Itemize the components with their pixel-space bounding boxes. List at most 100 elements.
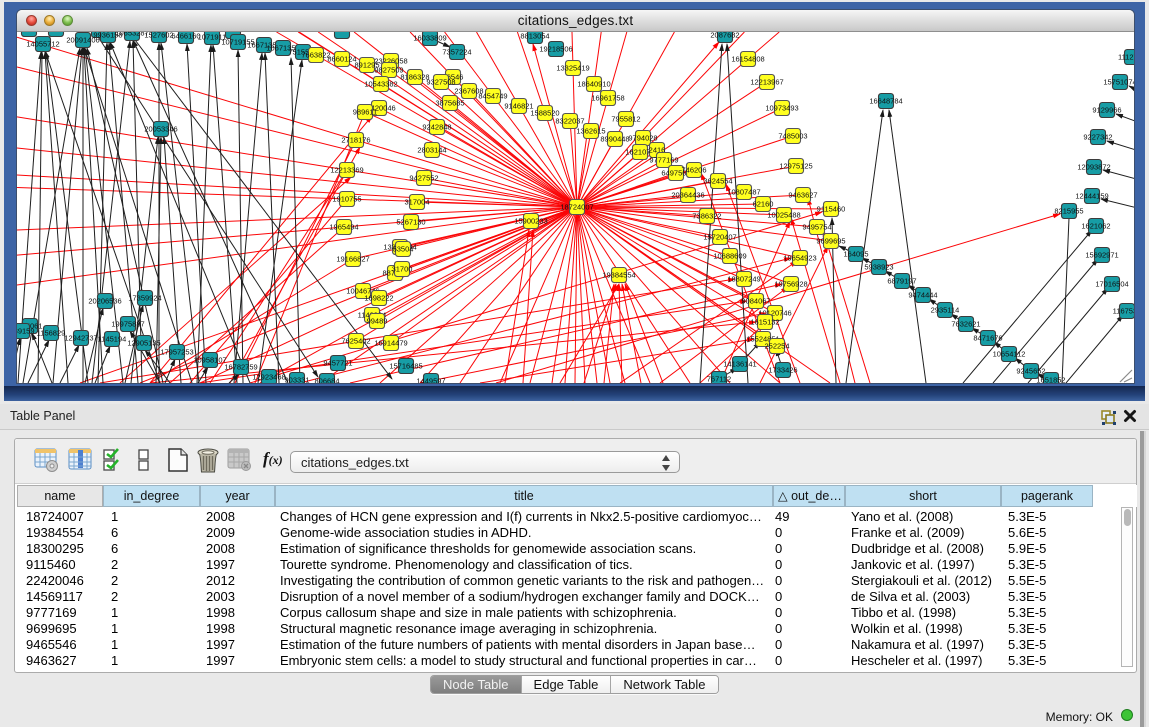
svg-text:9495754: 9495754 [802,222,831,231]
svg-text:14136141: 14136141 [723,359,756,368]
svg-text:1449597: 1449597 [416,376,445,385]
svg-text:19166827: 19166827 [336,254,369,263]
svg-text:12905135: 12905135 [127,338,160,347]
svg-text:9777169: 9777169 [649,155,678,164]
svg-text:10958107: 10958107 [193,355,226,364]
svg-text:7663822: 7663822 [301,50,330,59]
svg-text:12213967: 12213967 [750,77,783,86]
svg-text:15720407: 15720407 [703,232,736,241]
svg-text:14055712: 14055712 [26,39,59,48]
svg-text:9327508: 9327508 [426,77,455,86]
svg-text:9427552: 9427552 [409,173,438,182]
svg-text:20206536: 20206536 [88,296,121,305]
svg-text:1615132: 1615132 [750,317,779,326]
svg-text:6879197: 6879197 [887,276,916,285]
svg-text:8990448: 8990448 [600,134,629,143]
svg-text:9474444: 9474444 [908,290,937,299]
svg-text:7357224: 7357224 [442,47,471,56]
svg-text:13325419: 13325419 [556,63,589,72]
svg-text:8471676: 8471676 [973,333,1002,342]
svg-text:12942737: 12942737 [64,333,97,342]
svg-text:16033809: 16033809 [413,33,446,42]
svg-text:16914479: 16914479 [374,338,407,347]
svg-text:746206: 746206 [681,165,706,174]
svg-text:18724007: 18724007 [560,202,593,211]
svg-text:9146821: 9146821 [504,101,533,110]
svg-text:1112753: 1112753 [1118,52,1146,61]
svg-text:99489: 99489 [367,316,388,325]
svg-text:10543382: 10543382 [364,79,397,88]
svg-text:19384554: 19384554 [602,270,635,279]
svg-text:903331: 903331 [284,375,309,384]
svg-text:9827509: 9827509 [374,65,403,74]
svg-text:317004: 317004 [404,197,429,206]
svg-text:7386322: 7386322 [692,211,721,220]
svg-text:3624554: 3624554 [703,176,732,185]
svg-text:17957253: 17957253 [160,347,193,356]
svg-text:10654112: 10654112 [993,349,1026,358]
svg-text:9115460: 9115460 [817,204,846,213]
svg-text:16154808: 16154808 [731,54,764,63]
svg-text:31700: 31700 [392,264,413,273]
svg-text:252254: 252254 [764,341,789,350]
svg-text:18640910: 18640910 [577,79,610,88]
svg-text:989611: 989611 [353,107,377,116]
svg-text:5267130: 5267130 [396,217,425,226]
svg-text:8215955: 8215955 [1054,206,1083,215]
svg-text:1965494: 1965494 [329,222,358,231]
svg-text:12213369: 12213369 [330,165,363,174]
svg-text:1145194: 1145194 [98,334,127,343]
svg-text:2718176: 2718176 [341,135,370,144]
svg-text:1733426: 1733426 [768,365,797,374]
svg-text:939159: 939159 [9,326,34,335]
svg-text:15716485: 15716485 [389,361,422,370]
svg-text:9227342: 9227342 [1083,132,1112,141]
svg-text:8454749: 8454749 [478,91,507,100]
svg-text:16782759: 16782759 [224,362,257,371]
svg-text:15900233: 15900233 [514,216,547,225]
svg-text:10807487: 10807487 [727,187,760,196]
svg-text:7632621: 7632621 [951,319,980,328]
svg-text:8186328: 8186328 [400,72,429,81]
svg-text:15692971: 15692971 [1085,250,1118,259]
svg-text:8660124: 8660124 [327,54,356,63]
svg-text:9084067: 9084067 [741,296,770,305]
svg-text:12444159: 12444159 [1075,191,1108,200]
svg-text:19654923: 19654923 [783,253,816,262]
svg-text:9463627: 9463627 [788,190,817,199]
svg-text:9699695: 9699695 [816,236,845,245]
svg-text:17016504: 17016504 [1095,279,1128,288]
svg-text:18807249: 18807249 [727,274,760,283]
svg-text:15751074: 15751074 [1103,77,1136,86]
svg-text:1651852: 1651852 [1036,375,1065,384]
svg-text:767112: 767112 [707,374,731,383]
svg-text:164095: 164095 [843,249,868,258]
svg-text:9242848: 9242848 [422,122,451,131]
svg-text:7625402: 7625402 [341,336,370,345]
svg-text:2803144: 2803144 [417,145,446,154]
svg-text:1167531: 1167531 [1113,306,1142,315]
svg-text:19218506: 19218506 [539,44,572,53]
svg-text:7955812: 7955812 [611,114,640,123]
svg-text:9245652: 9245652 [1016,366,1045,375]
svg-text:10688609: 10688609 [713,251,746,260]
svg-text:10025488: 10025488 [767,210,800,219]
svg-text:8322037: 8322037 [555,116,584,125]
svg-text:16961758: 16961758 [591,93,624,102]
svg-text:12093872: 12093872 [1077,162,1110,171]
svg-text:20053346: 20053346 [144,124,177,133]
svg-text:3875685: 3875685 [435,98,464,107]
svg-text:2935114: 2935114 [931,305,960,314]
svg-text:19975887: 19975887 [111,319,144,328]
svg-text:19756928: 19756928 [774,279,807,288]
svg-text:1621062: 1621062 [1081,221,1110,230]
svg-text:16648784: 16648784 [869,96,902,105]
svg-text:17359924: 17359924 [128,293,161,302]
svg-text:12923468: 12923468 [252,372,285,381]
svg-text:1156829: 1156829 [37,328,66,337]
svg-text:20364436: 20364436 [671,190,704,199]
svg-text:7485003: 7485003 [778,131,807,140]
svg-text:806684: 806684 [314,376,339,385]
svg-text:10973493: 10973493 [765,103,798,112]
svg-text:53504: 53504 [393,244,414,253]
